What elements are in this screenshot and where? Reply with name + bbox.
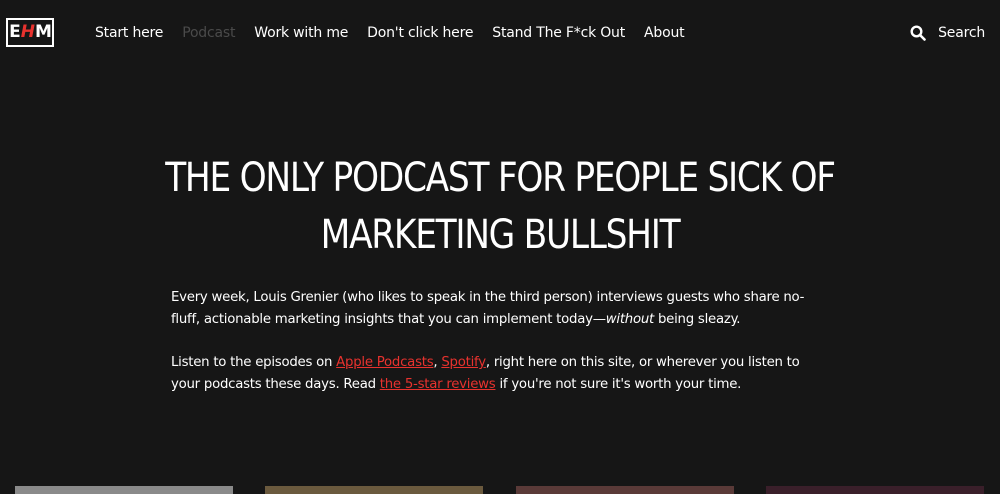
logo-letter-h: H <box>20 22 35 42</box>
nav-start-here[interactable]: Start here <box>95 25 163 41</box>
nav-podcast[interactable]: Podcast <box>182 25 235 41</box>
apple-podcasts-link[interactable]: Apple Podcasts <box>336 355 433 370</box>
site-header: EHM Start here Podcast Work with me Don'… <box>0 0 1000 66</box>
page: EHM Start here Podcast Work with me Don'… <box>0 0 1000 494</box>
episode-cards <box>0 486 1000 494</box>
episode-card-1[interactable] <box>15 486 233 494</box>
page-title-line-2: MARKETING BULLSHIT <box>320 212 681 258</box>
episode-card-3[interactable] <box>516 486 734 494</box>
logo-letter-e: E <box>9 22 21 42</box>
listen-paragraph: Listen to the episodes on Apple Podcasts… <box>171 352 831 396</box>
search-label: Search <box>938 25 985 41</box>
spotify-link[interactable]: Spotify <box>441 355 486 370</box>
listen-prefix: Listen to the episodes on <box>171 355 337 370</box>
nav-work-with-me[interactable]: Work with me <box>254 25 348 41</box>
nav-dont-click-here[interactable]: Don't click here <box>367 25 473 41</box>
main-nav: Start here Podcast Work with me Don't cl… <box>95 0 703 66</box>
intro-paragraph: Every week, Louis Grenier (who likes to … <box>171 287 831 331</box>
episode-card-4[interactable] <box>766 486 984 494</box>
reviews-link[interactable]: the 5-star reviews <box>380 377 496 392</box>
listen-suffix: if you're not sure it's worth your time. <box>495 377 742 392</box>
nav-about[interactable]: About <box>644 25 685 41</box>
page-title: THE ONLY PODCAST FOR PEOPLE SICK OF MARK… <box>156 150 844 264</box>
nav-stand-the-fck-out[interactable]: Stand The F*ck Out <box>492 25 625 41</box>
site-logo[interactable]: EHM <box>6 18 54 47</box>
logo-letter-m: M <box>34 22 52 42</box>
episode-card-2[interactable] <box>265 486 483 494</box>
intro-emphasis: without <box>605 312 655 327</box>
search-button[interactable]: Search <box>910 0 985 66</box>
page-title-line-1: THE ONLY PODCAST FOR PEOPLE SICK OF <box>165 155 836 201</box>
intro-text-end: being sleazy. <box>654 312 741 327</box>
search-icon <box>910 25 926 41</box>
